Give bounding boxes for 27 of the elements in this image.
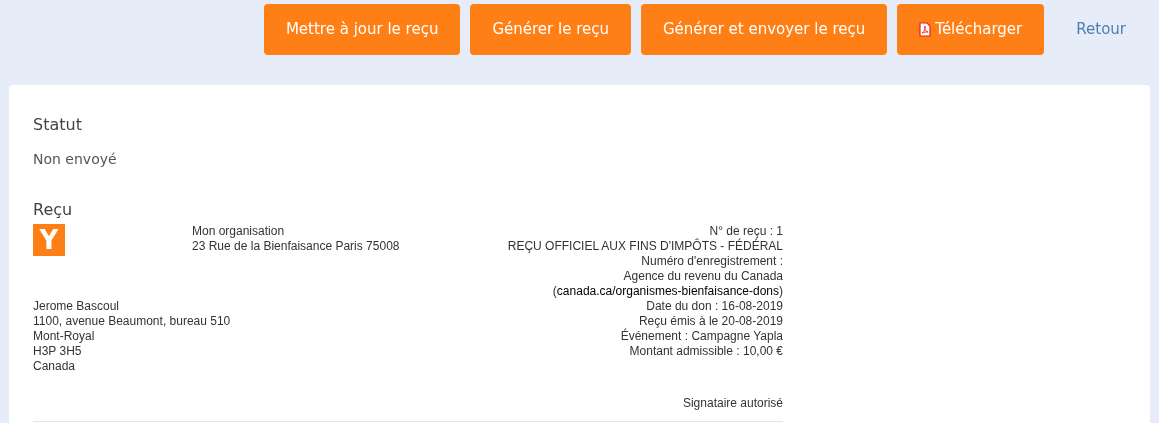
agency-text: Agence du revenu du Canada (canada.ca/organismes-bienfaisance-dons) (551, 269, 783, 299)
receipt-detail: N° de reçu : 1 (709, 224, 783, 239)
receipt-detail: Montant admissible : 10,00 € (628, 344, 783, 359)
donor-address: Canada (33, 359, 76, 374)
back-link[interactable]: Retour (1076, 4, 1126, 55)
organization-text: Mon organisation (192, 224, 286, 239)
receipt-detail: Numéro d'enregistrement : (640, 254, 783, 269)
donor-address: Mont-Royal (33, 329, 95, 344)
donor-address: 1100, avenue Beaumont, bureau 510 (33, 314, 231, 329)
pdf-file-icon (919, 22, 932, 37)
section-heading: Reçu (33, 199, 74, 221)
action-button[interactable]: Générer et envoyer le reçu (641, 4, 888, 55)
action-button[interactable]: Générer le reçu (470, 4, 631, 55)
receipt-detail: REÇU OFFICIEL AUX FINS D'IMPÔTS - FÉDÉRAL (506, 239, 783, 254)
download-button[interactable]: Télécharger (897, 4, 1045, 55)
section-heading: Statut (33, 114, 83, 136)
action-button[interactable]: Mettre à jour le reçu (263, 4, 461, 55)
donor-address: H3P 3H5 (33, 344, 82, 359)
signature-label: Signataire autorisé (681, 396, 783, 411)
donor-address: Jerome Bascoul (33, 299, 120, 314)
receipt-detail: Événement : Campagne Yapla (619, 329, 783, 344)
receipt-detail: Reçu émis à le 20-08-2019 (637, 314, 783, 328)
logo: Y (33, 224, 65, 256)
organization-text: 23 Rue de la Bienfaisance Paris 75008 (192, 239, 400, 254)
agency-link[interactable]: canada.ca/organismes-bienfaisance-dons (556, 284, 779, 298)
receipt-detail: Date du don : 16-08-2019 (645, 299, 783, 314)
status-text: Non envoyé (33, 150, 118, 169)
